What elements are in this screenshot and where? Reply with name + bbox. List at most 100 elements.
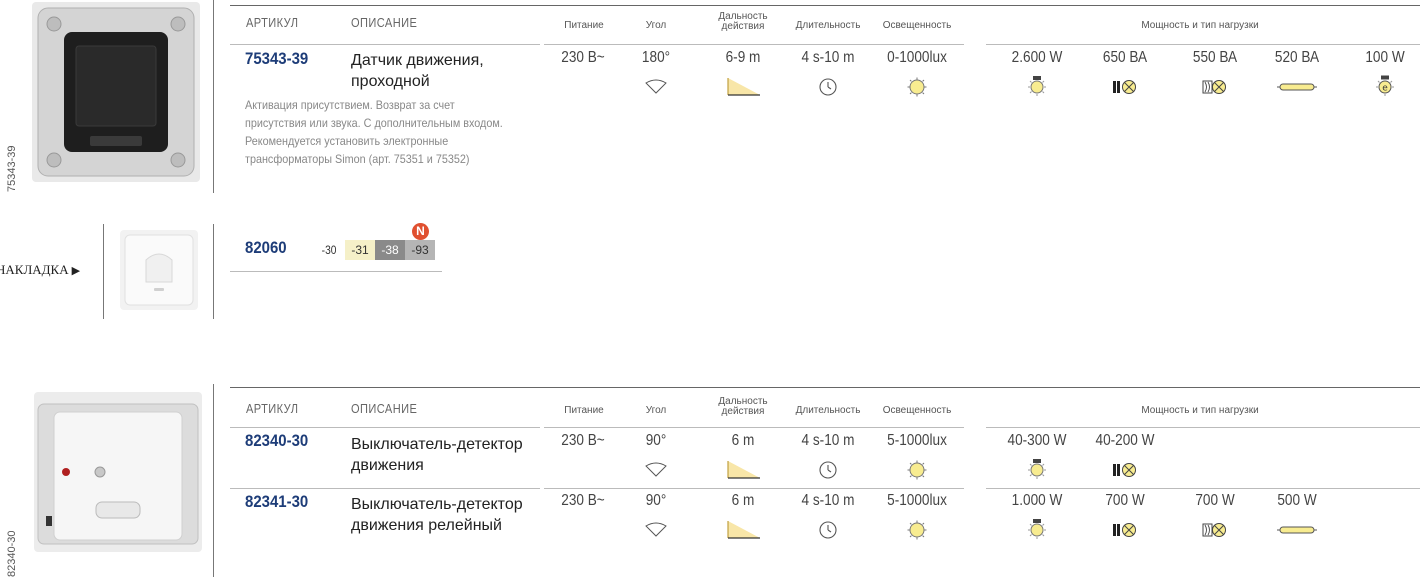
header-duration: Длительность — [795, 405, 861, 416]
angle-icon — [644, 461, 668, 477]
article-number: 82340-30 — [245, 431, 309, 450]
product2-photo-frame — [20, 384, 214, 577]
sun-icon — [907, 520, 927, 540]
range-value: 6 m — [731, 492, 755, 509]
duration-value: 4 s-10 m — [801, 492, 855, 509]
header-article: АРТИКУЛ — [246, 15, 299, 30]
transformer-icon — [1112, 78, 1138, 96]
load-electronic-transformer: 700 W — [1195, 492, 1235, 509]
header-angle: Угол — [645, 20, 667, 31]
cover-rule — [230, 271, 442, 272]
duration-value: 4 s-10 m — [801, 49, 855, 66]
header-rule — [230, 387, 1420, 388]
sun-icon — [907, 77, 927, 97]
angle-icon — [644, 78, 668, 94]
header-load: Мощность и тип нагрузки — [1141, 405, 1259, 416]
angle-value: 180° — [641, 49, 671, 66]
motion-sensor-photo — [32, 2, 200, 182]
table-row-rule — [986, 488, 1420, 489]
header-angle: Угол — [645, 405, 667, 416]
table-row-rule — [986, 427, 1420, 428]
header-rule — [230, 5, 1420, 6]
load-fluorescent: 520 ВА — [1274, 49, 1320, 66]
new-badge-letter: N — [416, 224, 425, 238]
variant-chip: -31 — [345, 240, 375, 260]
article-number: 75343-39 — [245, 49, 309, 68]
table-row-rule — [230, 427, 540, 428]
load-transformer: 40-200 W — [1095, 432, 1155, 449]
cover-label: НАКЛАДКА ▶ — [0, 262, 80, 278]
product-description: Выключатель-детектор движения — [351, 436, 523, 474]
arrow-right-icon: ▶ — [71, 264, 81, 277]
side-article-code: 82340-30 — [6, 530, 18, 577]
light-value: 0-1000lux — [887, 49, 947, 66]
load-incandescent: 2.600 W — [1011, 49, 1063, 66]
load-energy-saving: 100 W — [1365, 49, 1405, 66]
header-power: Питание — [564, 405, 604, 416]
range-icon — [727, 76, 761, 96]
load-electronic-transformer: 550 ВА — [1192, 49, 1238, 66]
header-power: Питание — [564, 20, 604, 31]
header-range: Дальность действия — [718, 396, 768, 417]
angle-icon — [644, 521, 668, 537]
range-icon — [727, 459, 761, 479]
load-incandescent: 1.000 W — [1011, 492, 1063, 509]
transformer-icon — [1112, 521, 1138, 539]
product-note: Активация присутствием. Возврат за счет … — [245, 98, 503, 166]
header-duration: Длительность — [795, 20, 861, 31]
load-fluorescent: 500 W — [1277, 492, 1317, 509]
angle-value: 90° — [645, 432, 667, 449]
incandescent-lamp-icon — [1026, 458, 1048, 480]
header-load: Мощность и тип нагрузки — [1141, 20, 1259, 31]
header-description: ОПИСАНИЕ — [351, 401, 418, 416]
duration-value: 4 s-10 m — [801, 432, 855, 449]
cover-article-number: 82060 — [245, 238, 287, 257]
detector-switch-photo — [34, 392, 202, 552]
article-number: 82341-30 — [245, 492, 309, 511]
incandescent-lamp-icon — [1026, 518, 1048, 540]
cover-label-text: НАКЛАДКА — [0, 262, 69, 277]
clock-icon — [818, 77, 838, 97]
cover-photo — [120, 230, 198, 310]
side-article-code: 75343-39 — [6, 145, 18, 193]
variant-chip: -30 — [321, 243, 337, 257]
table-row-rule — [230, 44, 540, 45]
range-value: 6 m — [731, 432, 755, 449]
table-row-rule — [230, 488, 540, 489]
power-value: 230 В~ — [561, 49, 605, 66]
range-icon — [727, 519, 761, 539]
cover-photo-frame — [103, 224, 214, 319]
power-value: 230 В~ — [561, 492, 605, 509]
electronic-transformer-icon — [1202, 78, 1228, 96]
product-description: Датчик движения, проходной — [351, 52, 484, 90]
sun-icon — [907, 460, 927, 480]
power-value: 230 В~ — [561, 432, 605, 449]
variant-chip: -93 — [405, 240, 435, 260]
header-light: Освещенность — [882, 405, 952, 416]
fluorescent-tube-icon — [1277, 82, 1317, 92]
product-description: Выключатель-детектор движения релейный — [351, 496, 523, 534]
load-transformer: 650 ВА — [1102, 49, 1148, 66]
load-incandescent: 40-300 W — [1007, 432, 1067, 449]
clock-icon — [818, 460, 838, 480]
header-light: Освещенность — [882, 20, 952, 31]
clock-icon — [818, 520, 838, 540]
header-article: АРТИКУЛ — [246, 401, 299, 416]
incandescent-lamp-icon — [1026, 75, 1048, 97]
header-range: Дальность действия — [718, 11, 768, 32]
table-row-rule — [544, 44, 964, 45]
light-value: 5-1000lux — [887, 492, 947, 509]
variant-chip: -38 — [375, 240, 405, 260]
fluorescent-tube-icon — [1277, 525, 1317, 535]
light-value: 5-1000lux — [887, 432, 947, 449]
angle-value: 90° — [645, 492, 667, 509]
header-description: ОПИСАНИЕ — [351, 15, 418, 30]
load-transformer: 700 W — [1105, 492, 1145, 509]
range-value: 6-9 m — [725, 49, 761, 66]
table-row-rule — [986, 44, 1420, 45]
new-badge: N — [412, 223, 429, 240]
table-row-rule — [544, 427, 964, 428]
energy-saving-lamp-icon — [1375, 75, 1395, 97]
electronic-transformer-icon — [1202, 521, 1228, 539]
table-row-rule — [544, 488, 964, 489]
